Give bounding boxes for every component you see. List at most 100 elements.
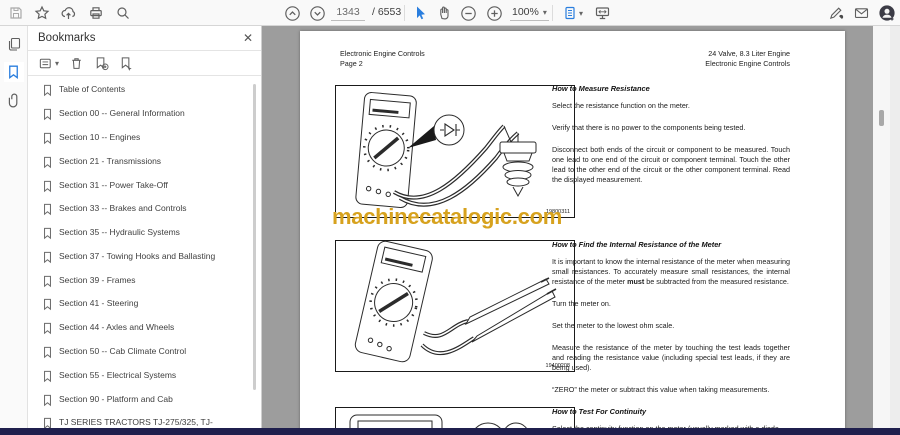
figure-multimeter-resistance: 19800311 [335,85,575,218]
bookmark-item[interactable]: Section 41 - Steering [42,295,261,319]
new-bookmark-button[interactable] [94,56,109,71]
save-button[interactable] [6,3,26,23]
next-page-button[interactable] [307,3,327,23]
header-line: Electronic Engine Controls [340,49,425,58]
bookmark-ribbon-icon [42,369,54,388]
paragraph: Measure the resistance of the meter by t… [552,343,790,372]
previous-page-button[interactable] [282,3,302,23]
envelope-icon [854,8,868,18]
bookmark-item[interactable]: Section 10 -- Engines [42,129,261,153]
delete-bookmark-button[interactable] [69,56,84,71]
cloud-upload-button[interactable] [58,3,78,23]
bookmark-item-label: Section 21 - Transmissions [59,155,162,166]
toolbar-divider [404,5,405,21]
star-icon [34,5,50,20]
bookmark-ribbon-icon [42,155,54,174]
favorites-star-button[interactable] [32,3,52,23]
bookmark-item-label: Section 00 -- General Information [59,108,185,119]
bookmark-item[interactable]: Section 39 - Frames [42,271,261,295]
bookmark-item-label: Section 10 -- Engines [59,131,141,142]
bookmark-ribbon-icon [42,274,54,293]
bookmark-list: Table of Contents Section 00 -- General … [28,76,261,428]
bookmark-item-label: Table of Contents [59,84,126,95]
bookmark-item-label: Section 39 - Frames [59,274,136,285]
zoom-level-value: 100% [512,6,539,18]
bookmark-item-label: Section 55 - Electrical Systems [59,369,177,380]
cursor-pointer-icon [417,6,425,20]
bookmark-item[interactable]: TJ SERIES TRACTORS TJ-275/325, TJ-375/42… [42,414,261,428]
bookmark-ribbon-icon [42,393,54,412]
section-heading: How to Measure Resistance [552,84,650,93]
close-panel-button[interactable]: ✕ [243,31,253,45]
pages-copy-icon [8,37,20,51]
options-list-icon [39,58,51,68]
select-tool-button[interactable] [410,3,430,23]
bookmark-item[interactable]: Section 00 -- General Information [42,105,261,129]
fit-width-button[interactable] [592,3,612,23]
account-avatar-button[interactable] [877,3,897,23]
bookmarks-toolbar: ▾ [28,51,261,76]
chevron-down-icon[interactable]: ▾ [579,9,583,18]
bookmark-item-label: Section 41 - Steering [59,298,139,309]
bookmarks-panel-header: Bookmarks ✕ [28,26,261,51]
bookmark-item[interactable]: Section 35 -- Hydraulic Systems [42,224,261,248]
zoom-in-button[interactable] [484,3,504,23]
bookmark-item[interactable]: Section 33 -- Brakes and Controls [42,200,261,224]
section-heading: How to Test For Continuity [552,407,647,416]
printer-icon [90,7,102,19]
section-measure-resistance: How to Measure Resistance Select the res… [552,84,790,197]
page-thumbnails-button[interactable] [4,34,24,54]
bookmark-item[interactable]: Table of Contents [42,81,261,105]
email-share-button[interactable] [851,3,871,23]
paragraph-text: be subtracted from the measured resistan… [644,277,789,286]
top-toolbar: / 6553 100% ▾ ▾ [0,0,900,26]
bookmark-item[interactable]: Section 55 - Electrical Systems [42,366,261,390]
bookmark-options-button[interactable]: ▾ [38,56,59,71]
bookmark-item-label: TJ SERIES TRACTORS TJ-275/325, TJ-375/42… [59,417,213,428]
print-button[interactable] [86,3,106,23]
document-scrollbar-track[interactable] [873,26,890,428]
person-avatar-icon [879,5,895,21]
fill-and-sign-button[interactable] [826,3,846,23]
arrow-down-circle-icon [309,5,325,21]
fit-width-icon [595,7,609,20]
hand-icon [440,6,449,20]
bookmarks-panel-button[interactable] [3,62,24,82]
multimeter-probes-illustration: 19400208 [354,241,570,369]
trash-icon [72,57,81,69]
paragraph: It is important to know the internal res… [552,257,790,287]
bookmarks-scrollbar-thumb[interactable] [253,84,256,390]
zoom-level-dropdown[interactable]: 100% ▾ [510,4,549,21]
document-pane: Electronic Engine Controls Page 2 24 Val… [262,26,873,428]
bookmark-ribbon-icon [42,297,54,316]
find-current-bookmark-button[interactable] [119,56,134,71]
search-button[interactable] [113,3,133,23]
page-number-input[interactable] [331,4,365,21]
bookmark-item[interactable]: Section 44 - Axles and Wheels [42,319,261,343]
cloud-upload-icon [61,7,75,19]
bookmark-item[interactable]: Section 50 -- Cab Climate Control [42,343,261,367]
bookmark-item-label: Section 90 - Platform and Cab [59,393,173,404]
taskbar-edge [0,428,900,435]
bookmark-item[interactable]: Section 31 -- Power Take-Off [42,176,261,200]
paragraph: “ZERO” the meter or subtract this value … [552,385,770,394]
bookmarks-panel-title: Bookmarks [38,32,96,44]
page-display-mode-button[interactable] [560,3,580,23]
header-line: Electronic Engine Controls [705,58,790,68]
bookmark-ribbon-icon [42,131,54,150]
document-scrollbar-thumb[interactable] [879,110,884,126]
hand-tool-button[interactable] [434,3,454,23]
section-test-continuity: How to Test For Continuity Select the co… [552,407,790,428]
bookmark-item-label: Section 44 - Axles and Wheels [59,322,175,333]
attachments-panel-button[interactable] [4,90,24,110]
bookmark-item[interactable]: Section 21 - Transmissions [42,152,261,176]
zoom-out-button[interactable] [458,3,478,23]
bookmark-item-label: Section 37 - Towing Hooks and Ballasting [59,250,216,261]
paragraph: Select the resistance function on the me… [552,101,690,110]
bookmark-item[interactable]: Section 37 - Towing Hooks and Ballasting [42,247,261,271]
section-heading: How to Find the Internal Resistance of t… [552,240,722,249]
bookmark-item[interactable]: Section 90 - Platform and Cab [42,390,261,414]
figure-multimeter-probes: 19400208 [335,240,575,372]
pen-icon [829,7,843,20]
bookmark-item-label: Section 33 -- Brakes and Controls [59,203,187,214]
